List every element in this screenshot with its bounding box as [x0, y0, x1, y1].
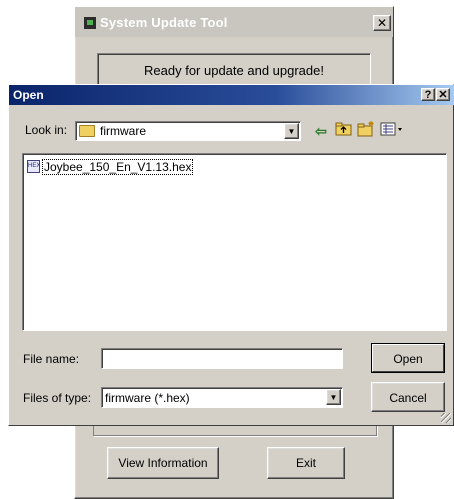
- look-in-dropdown[interactable]: firmware ▼: [75, 121, 301, 141]
- open-button-label: Open: [393, 352, 423, 366]
- file-name-label: File name:: [23, 352, 80, 366]
- up-folder-icon[interactable]: [334, 121, 354, 141]
- chevron-down-icon[interactable]: ▼: [326, 389, 341, 405]
- resize-grip[interactable]: [441, 413, 451, 423]
- status-text: Ready for update and upgrade!: [97, 53, 371, 87]
- hex-file-icon: HEX: [27, 160, 40, 173]
- file-list[interactable]: HEX Joybee_150_En_V1.13.hex: [22, 153, 447, 331]
- files-of-type-value: firmware (*.hex): [105, 391, 190, 405]
- title-bar: System Update Tool ✕: [75, 7, 393, 37]
- back-icon[interactable]: ⇦: [311, 121, 331, 141]
- dialog-close-button[interactable]: ✕: [436, 88, 450, 101]
- look-in-value: firmware: [100, 124, 147, 138]
- app-icon: [84, 17, 96, 29]
- exit-button[interactable]: Exit: [267, 447, 345, 479]
- view-information-button[interactable]: View Information: [107, 447, 219, 479]
- new-folder-icon[interactable]: [356, 121, 376, 141]
- open-dialog: Open ? ✕ Look in: firmware ▼ ⇦ HEX Joybe…: [8, 84, 454, 426]
- files-of-type-label: Files of type:: [23, 391, 92, 405]
- file-name-input[interactable]: [101, 348, 343, 369]
- chevron-down-icon[interactable]: ▼: [284, 123, 299, 139]
- window-title: System Update Tool: [100, 15, 228, 30]
- close-button[interactable]: ✕: [373, 15, 391, 31]
- file-name[interactable]: Joybee_150_En_V1.13.hex: [42, 159, 194, 175]
- look-in-label: Look in:: [25, 123, 68, 137]
- dialog-title: Open: [13, 88, 44, 102]
- dialog-title-bar: Open ? ✕: [9, 85, 454, 105]
- help-button[interactable]: ?: [421, 88, 435, 101]
- open-button[interactable]: Open: [371, 343, 445, 373]
- folder-icon: [79, 125, 95, 137]
- view-menu-icon[interactable]: [378, 121, 408, 141]
- cancel-button[interactable]: Cancel: [371, 382, 445, 412]
- files-of-type-dropdown[interactable]: firmware (*.hex) ▼: [101, 387, 343, 408]
